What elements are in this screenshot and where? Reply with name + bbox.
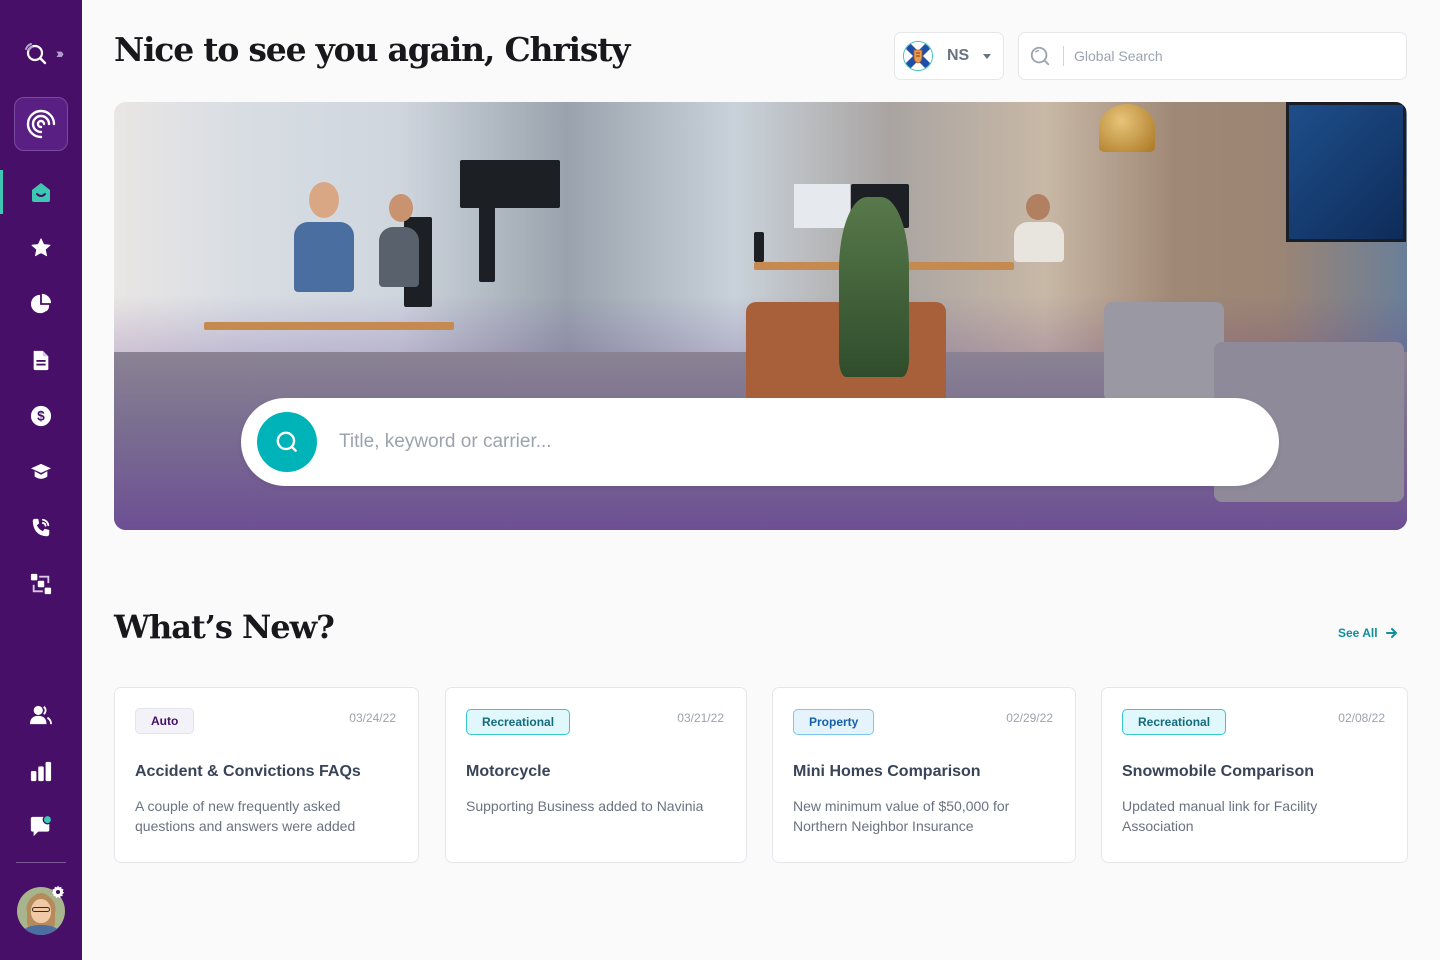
hero-monitor (479, 202, 495, 282)
card-title: Snowmobile Comparison (1122, 763, 1315, 780)
card-description: Supporting Business added to Navinia (466, 798, 704, 814)
nova-scotia-flag-icon (903, 41, 933, 71)
region-selector[interactable]: NS (894, 32, 1004, 80)
card-date: 03/21/22 (677, 711, 724, 725)
news-card[interactable]: Property 02/29/22 Mini Homes Comparison … (772, 687, 1076, 863)
sidebar-item-analytics[interactable] (0, 284, 82, 324)
category-tag: Property (793, 709, 875, 735)
news-card[interactable]: Auto 03/24/22 Accident & Convictions FAQ… (114, 687, 419, 863)
sidebar-divider (16, 862, 66, 863)
hero-person (1014, 222, 1064, 262)
hero-person (294, 222, 354, 292)
arrow-right-icon (1385, 628, 1397, 638)
card-description: A couple of new frequently asked questio… (135, 798, 356, 834)
search-separator (1063, 46, 1064, 66)
app-logo[interactable] (14, 97, 68, 151)
card-description: New minimum value of $50,000 for Norther… (793, 798, 1010, 834)
sidebar-item-documents[interactable] (0, 340, 82, 380)
caret-down-icon (983, 53, 992, 59)
sidebar-search-toggle[interactable]: ››› (22, 38, 74, 68)
spiral-logo-icon (26, 109, 56, 139)
pie-chart-icon (30, 293, 52, 314)
phone-icon (32, 518, 50, 537)
sidebar-item-contacts[interactable] (0, 695, 82, 735)
document-icon (33, 350, 49, 371)
expand-chevron-icon[interactable]: ››› (56, 45, 64, 61)
hero-desk (204, 322, 454, 330)
category-tag: Recreational (1122, 709, 1227, 735)
workflow-icon (30, 573, 52, 595)
hero-person (379, 227, 419, 287)
sidebar-item-favorites[interactable] (0, 228, 82, 268)
hero-lamp (1099, 104, 1155, 152)
see-all-link[interactable]: See All (1338, 626, 1398, 640)
hero-search-input[interactable] (339, 431, 1219, 453)
hero-person-head (309, 182, 339, 218)
hero-plant (839, 197, 909, 377)
hero-person-head (1026, 194, 1050, 220)
card-date: 03/24/22 (349, 711, 396, 725)
hero-tv-monitor (460, 160, 560, 208)
global-search-box[interactable] (1018, 32, 1407, 80)
see-all-label: See All (1338, 626, 1378, 640)
sidebar-item-home[interactable] (0, 170, 82, 214)
dollar-icon: $ (30, 405, 52, 427)
chat-notification-icon (30, 815, 53, 837)
search-icon (276, 431, 297, 452)
category-tag: Recreational (466, 709, 571, 735)
search-icon (1030, 46, 1050, 66)
users-icon (30, 705, 52, 725)
sidebar-item-billing[interactable]: $ (0, 396, 82, 436)
category-tag: Auto (135, 708, 195, 734)
hero-search-button[interactable] (257, 412, 317, 472)
news-card[interactable]: Recreational 03/21/22 Motorcycle Support… (445, 687, 747, 863)
settings-gear-icon[interactable] (51, 885, 65, 899)
graduation-cap-icon (31, 463, 51, 479)
hero-search-bar[interactable] (241, 398, 1279, 486)
sidebar: ››› $ (0, 0, 82, 960)
hero-screen (794, 184, 850, 228)
card-date: 02/29/22 (1006, 711, 1053, 725)
sidebar-item-calls[interactable] (0, 508, 82, 548)
card-description: Updated manual link for Facility Associa… (1122, 798, 1318, 834)
whats-new-title: What’s New? (114, 608, 335, 646)
sidebar-item-messages[interactable] (0, 807, 82, 847)
sidebar-item-workflow[interactable] (0, 564, 82, 604)
card-title: Accident & Convictions FAQs (135, 763, 361, 780)
card-title: Motorcycle (466, 763, 551, 780)
hero-person-head (389, 194, 413, 222)
bar-chart-icon (30, 761, 52, 782)
card-date: 02/08/22 (1338, 711, 1385, 725)
global-search-input[interactable] (1074, 48, 1374, 64)
hero-armchair (1104, 302, 1224, 402)
sidebar-item-reports[interactable] (0, 751, 82, 791)
signal-search-icon (22, 40, 48, 66)
star-icon (31, 238, 51, 257)
news-card[interactable]: Recreational 02/08/22 Snowmobile Compari… (1101, 687, 1408, 863)
home-icon (32, 183, 50, 202)
hero-wall-tv (1286, 102, 1406, 242)
region-code: NS (947, 47, 970, 64)
svg-text:$: $ (37, 409, 45, 424)
page-title: Nice to see you again, Christy (114, 30, 630, 69)
card-title: Mini Homes Comparison (793, 763, 981, 780)
sidebar-item-training[interactable] (0, 452, 82, 492)
hero-monitor (754, 232, 764, 262)
